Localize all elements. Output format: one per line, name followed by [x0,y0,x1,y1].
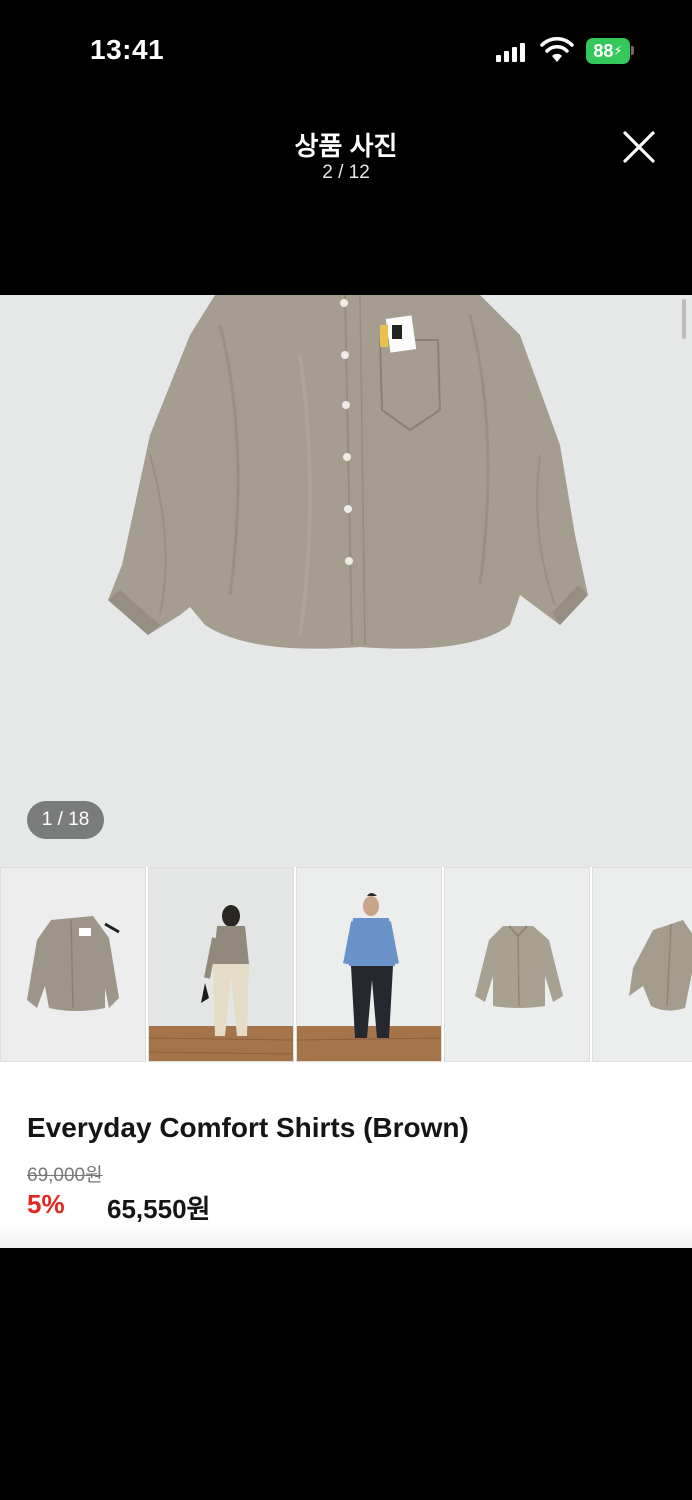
wifi-icon [540,37,574,62]
thumbnail-image [297,868,441,1061]
product-content: 1 / 18 Everyday Comfort Shirts (Brown) 6… [0,295,692,1248]
close-icon[interactable] [620,128,658,166]
thumbnail-shirt-side[interactable] [592,867,692,1062]
shirt-photo-image [0,295,692,867]
battery-tip [631,46,634,55]
thumbnail-image [593,868,692,1061]
thumbnail-model-blue[interactable] [296,867,442,1062]
thumbnail-shirt-flat[interactable] [0,867,146,1062]
viewer-header: 상품 사진 2 / 12 [0,100,692,295]
battery-icon: 88 ⚡ [586,38,630,64]
bottom-fade [0,1222,692,1248]
thumbnail-shirt-flat-front[interactable] [444,867,590,1062]
battery-level: 88 [593,40,614,61]
scroll-indicator [682,299,686,339]
original-price: 69,000원 [27,1165,103,1186]
thumbnail-model-khaki[interactable] [148,867,294,1062]
thumbnail-image [149,868,293,1061]
page-title: 상품 사진 [294,131,398,161]
sale-price: 65,550원 [107,1194,211,1224]
thumbnail-image [445,868,589,1061]
image-counter: 2 / 12 [322,162,370,183]
product-info: Everyday Comfort Shirts (Brown) 69,000원 … [0,1062,692,1248]
discount-rate: 5% [27,1189,65,1219]
status-bar: 13:41 88 ⚡ [0,0,692,100]
thumbnail-strip[interactable] [0,867,692,1062]
status-time: 13:41 [90,34,165,65]
main-product-photo[interactable]: 1 / 18 [0,295,692,867]
product-name: Everyday Comfort Shirts (Brown) [27,1112,469,1143]
cellular-signal-icon [496,40,525,62]
photo-counter-badge: 1 / 18 [27,801,104,839]
thumbnail-image [1,868,145,1061]
